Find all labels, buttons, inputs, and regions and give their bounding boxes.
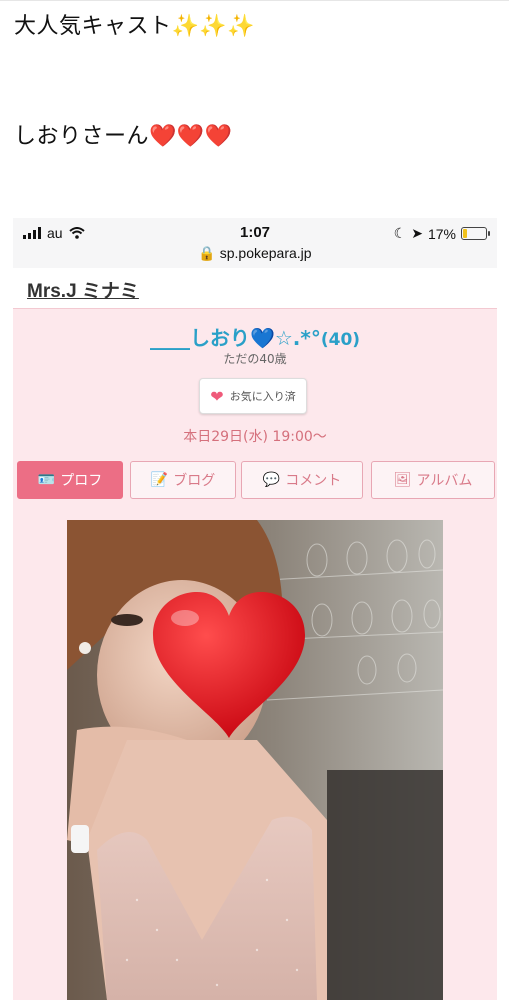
cast-age: (40) bbox=[320, 330, 361, 350]
cast-name: ____しおり💙☆.*°(40) bbox=[13, 322, 497, 351]
post-line-cast-name: しおりさーん❤️❤️❤️ bbox=[14, 118, 233, 150]
heart-icon: ❤ bbox=[210, 386, 224, 406]
cast-name-suffix: ☆.*° bbox=[274, 326, 321, 350]
tab-album-label: アルバム bbox=[416, 473, 473, 489]
lock-icon: 🔒 bbox=[198, 245, 216, 261]
tab-album[interactable]: 🖼 アルバム bbox=[371, 461, 495, 499]
header-strip: Mrs.J ミナミ bbox=[13, 268, 497, 308]
blue-heart-icon: 💙 bbox=[249, 326, 275, 350]
location-arrow-icon: ➤ bbox=[411, 225, 423, 241]
tab-profile-label: プロフ bbox=[60, 473, 103, 489]
tab-blog-label: ブログ bbox=[173, 473, 216, 489]
tab-profile[interactable]: 🪪 プロフ bbox=[17, 461, 123, 499]
cast-photo-image bbox=[67, 520, 443, 1000]
post-line2-text: しおりさーん bbox=[14, 124, 150, 149]
moon-icon: ☾ bbox=[393, 225, 407, 241]
profile-card-icon: 🪪 bbox=[37, 472, 56, 488]
status-right: ☾ ➤ 17% bbox=[393, 225, 490, 242]
comment-bubble-icon: 💬 bbox=[262, 472, 281, 488]
favorite-button[interactable]: ❤ お気に入り済 bbox=[199, 378, 307, 414]
cast-subtitle: ただの40歳 bbox=[223, 352, 287, 366]
cast-name-text: ____しおり bbox=[149, 326, 250, 350]
favorite-label: お気に入り済 bbox=[229, 390, 296, 403]
battery-percent: 17% bbox=[427, 225, 456, 242]
tab-comment-label: コメント bbox=[285, 473, 342, 489]
tab-comment[interactable]: 💬 コメント bbox=[241, 461, 363, 499]
url-text: sp.pokepara.jp bbox=[219, 245, 312, 261]
embedded-phone-screenshot: au 1:07 ☾ ➤ 17% 🔒 sp.pokepara.jp Mrs.J ミ… bbox=[13, 218, 497, 1000]
post-line-popular-cast: 大人気キャスト✨✨✨ bbox=[14, 8, 255, 40]
blog-note-icon: 📝 bbox=[150, 472, 169, 488]
sparkles-icon: ✨✨✨ bbox=[171, 14, 256, 39]
red-hearts-icon: ❤️❤️❤️ bbox=[149, 124, 233, 149]
battery-fill bbox=[463, 229, 467, 238]
top-divider bbox=[0, 0, 509, 1]
tab-blog[interactable]: 📝 ブログ bbox=[130, 461, 236, 499]
address-bar[interactable]: 🔒 sp.pokepara.jp bbox=[13, 245, 497, 262]
tab-bar: 🪪 プロフ 📝 ブログ 💬 コメント 🖼 アルバム bbox=[17, 461, 497, 499]
shop-title-link[interactable]: Mrs.J ミナミ bbox=[27, 276, 139, 303]
battery-icon bbox=[461, 227, 490, 240]
header-divider bbox=[13, 308, 497, 309]
cast-photo[interactable] bbox=[67, 520, 443, 1000]
schedule-text: 本日29日(水) 19:00〜 bbox=[183, 429, 327, 445]
status-bar: au 1:07 ☾ ➤ 17% 🔒 sp.pokepara.jp bbox=[13, 218, 497, 268]
post-line1-text: 大人気キャスト bbox=[14, 14, 172, 39]
album-photo-icon: 🖼 bbox=[393, 472, 412, 488]
